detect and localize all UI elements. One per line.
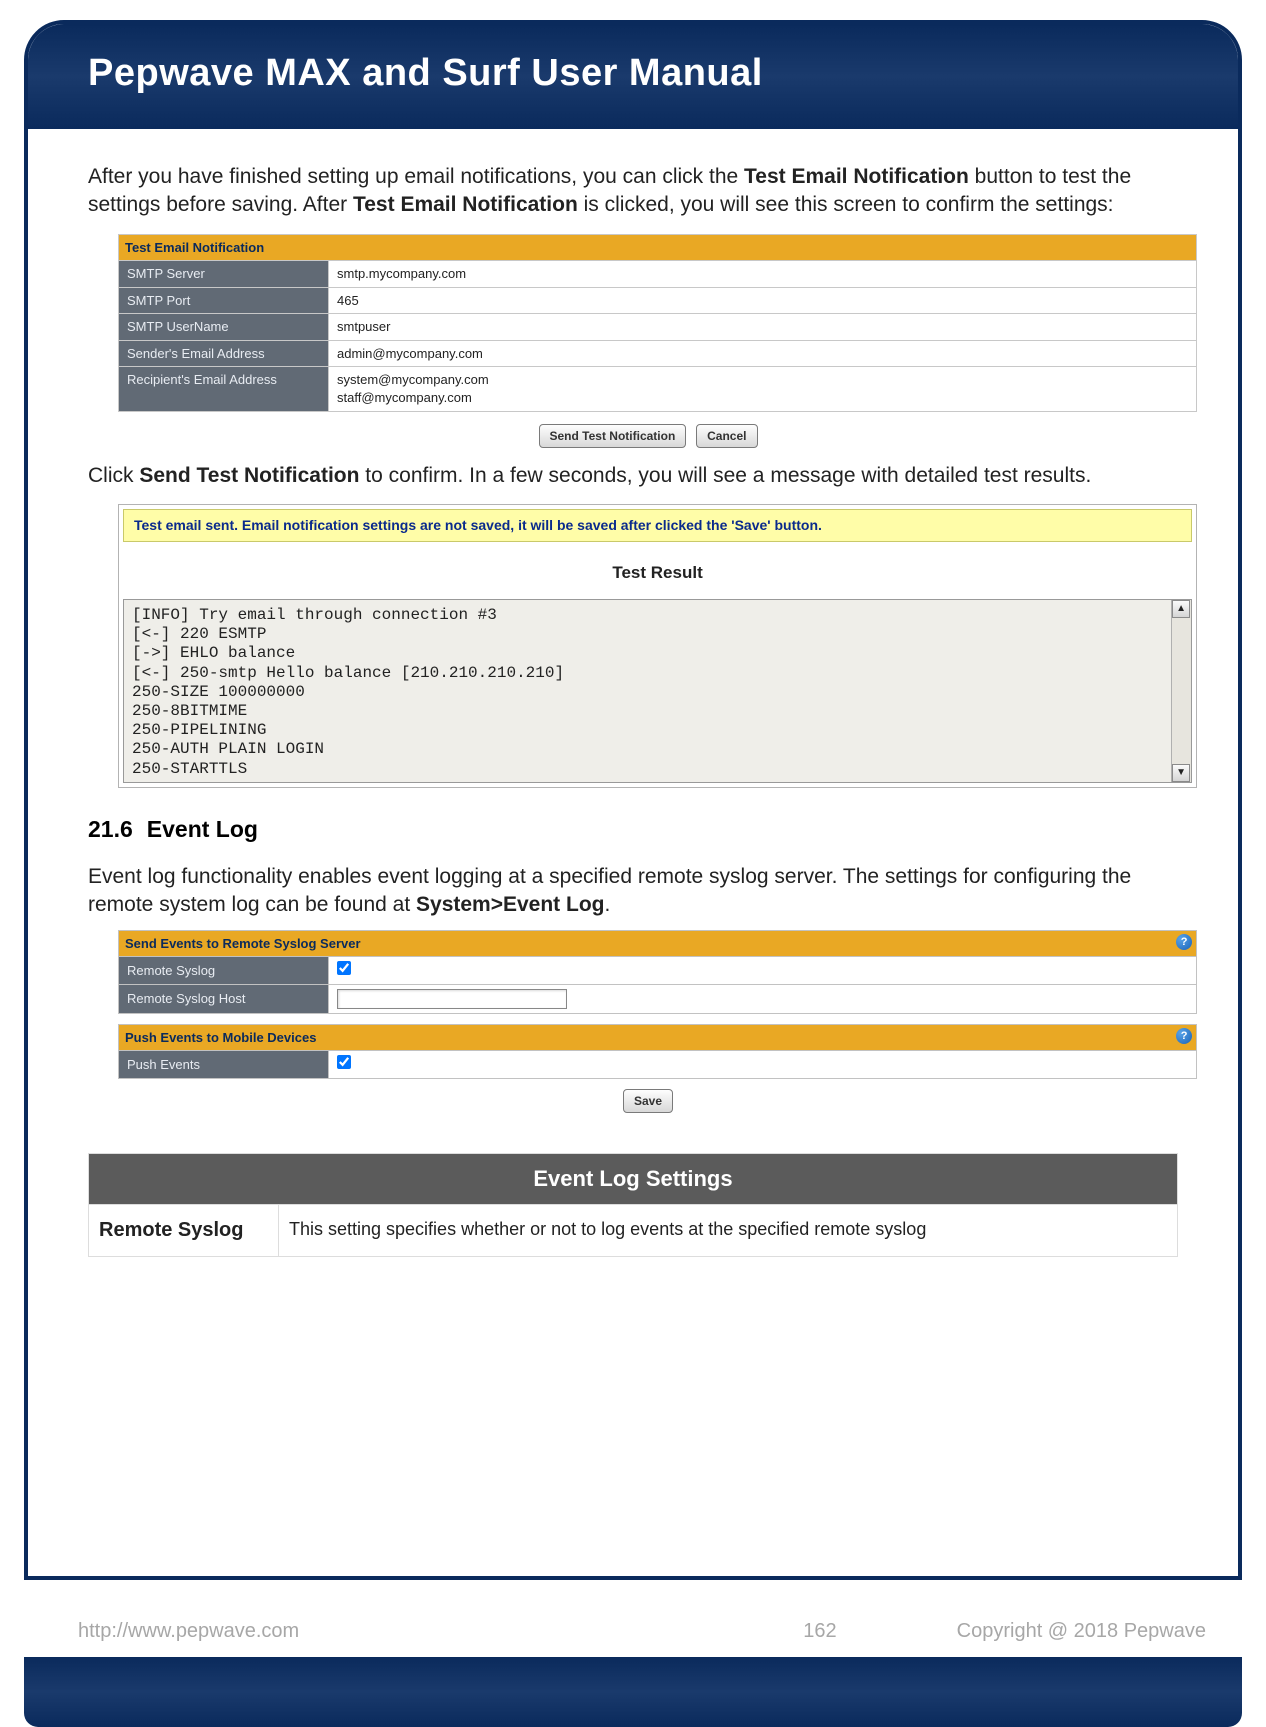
value: system@mycompany.com staff@mycompany.com: [329, 367, 1197, 411]
value: admin@mycompany.com: [329, 340, 1197, 367]
table-row: Remote Syslog: [119, 957, 1197, 985]
table-row: Push Events: [119, 1051, 1197, 1079]
table-row: SMTP Serversmtp.mycompany.com: [119, 261, 1197, 288]
remote-syslog-host-input[interactable]: [337, 989, 567, 1009]
paragraph: Click Send Test Notification to confirm.…: [88, 462, 1178, 490]
test-result-panel: Test email sent. Email notification sett…: [118, 504, 1197, 788]
log-output: [INFO] Try email through connection #3 […: [124, 600, 1191, 782]
label: Remote Syslog Host: [119, 984, 329, 1013]
table-header: Test Email Notification: [119, 234, 1197, 261]
notice-banner: Test email sent. Email notification sett…: [123, 509, 1192, 542]
header-text: Push Events to Mobile Devices: [125, 1030, 316, 1045]
table-header: Event Log Settings: [89, 1154, 1178, 1205]
text: Click: [88, 464, 139, 487]
text-bold: Test Email Notification: [353, 193, 578, 216]
remote-syslog-checkbox[interactable]: [337, 961, 351, 975]
row-desc: This setting specifies whether or not to…: [279, 1204, 1178, 1256]
page-title: Pepwave MAX and Surf User Manual: [88, 52, 1178, 95]
push-events-checkbox[interactable]: [337, 1055, 351, 1069]
scroll-up-icon[interactable]: ▲: [1172, 600, 1190, 618]
text: After you have finished setting up email…: [88, 165, 744, 188]
text-bold: Test Email Notification: [744, 165, 969, 188]
scrollbar[interactable]: ▲ ▼: [1171, 600, 1191, 782]
text-bold: Send Test Notification: [139, 464, 359, 487]
table-row: SMTP Port465: [119, 287, 1197, 314]
section-heading: 21.6 Event Log: [88, 814, 1178, 845]
footer: http://www.pepwave.com 162 Copyright @ 2…: [0, 1620, 1266, 1643]
intro-paragraph: After you have finished setting up email…: [88, 163, 1178, 220]
text: is clicked, you will see this screen to …: [578, 193, 1114, 216]
section-number: 21.6: [88, 816, 133, 842]
table-row: Remote Syslog This setting specifies whe…: [89, 1204, 1178, 1256]
label: Push Events: [119, 1051, 329, 1079]
value: 465: [329, 287, 1197, 314]
cancel-button[interactable]: Cancel: [696, 424, 757, 448]
footer-url: http://www.pepwave.com: [78, 1620, 299, 1643]
send-test-notification-button[interactable]: Send Test Notification: [539, 424, 687, 448]
text: to confirm. In a few seconds, you will s…: [359, 464, 1091, 487]
label: Remote Syslog: [119, 957, 329, 985]
scroll-down-icon[interactable]: ▼: [1172, 764, 1190, 782]
label: SMTP Port: [119, 287, 329, 314]
table-row: SMTP UserNamesmtpuser: [119, 314, 1197, 341]
remote-syslog-table: Send Events to Remote Syslog Server ? Re…: [118, 930, 1197, 1014]
test-email-table: Test Email Notification SMTP Serversmtp.…: [118, 234, 1197, 412]
footer-band: [24, 1657, 1242, 1727]
label: SMTP Server: [119, 261, 329, 288]
text: .: [605, 893, 611, 916]
paragraph: Event log functionality enables event lo…: [88, 863, 1178, 920]
text-bold: System>Event Log: [416, 893, 604, 916]
event-log-settings-table: Event Log Settings Remote Syslog This se…: [88, 1153, 1178, 1257]
label: SMTP UserName: [119, 314, 329, 341]
label: Sender's Email Address: [119, 340, 329, 367]
save-button[interactable]: Save: [623, 1089, 673, 1113]
value: smtp.mycompany.com: [329, 261, 1197, 288]
section-title: Event Log: [147, 816, 258, 842]
value: smtpuser: [329, 314, 1197, 341]
row-label: Remote Syslog: [89, 1204, 279, 1256]
help-icon[interactable]: ?: [1176, 934, 1192, 950]
table-row: Remote Syslog Host: [119, 984, 1197, 1013]
page-number: 162: [299, 1620, 956, 1643]
help-icon[interactable]: ?: [1176, 1028, 1192, 1044]
table-row: Recipient's Email Addresssystem@mycompan…: [119, 367, 1197, 411]
label: Recipient's Email Address: [119, 367, 329, 411]
table-row: Sender's Email Addressadmin@mycompany.co…: [119, 340, 1197, 367]
header-text: Send Events to Remote Syslog Server: [125, 936, 361, 951]
test-result-heading: Test Result: [119, 562, 1196, 585]
footer-copyright: Copyright @ 2018 Pepwave: [957, 1620, 1206, 1643]
table-header: Send Events to Remote Syslog Server ?: [119, 930, 1197, 957]
table-header: Push Events to Mobile Devices ?: [119, 1024, 1197, 1051]
push-events-table: Push Events to Mobile Devices ? Push Eve…: [118, 1024, 1197, 1079]
title-band: Pepwave MAX and Surf User Manual: [28, 24, 1238, 129]
